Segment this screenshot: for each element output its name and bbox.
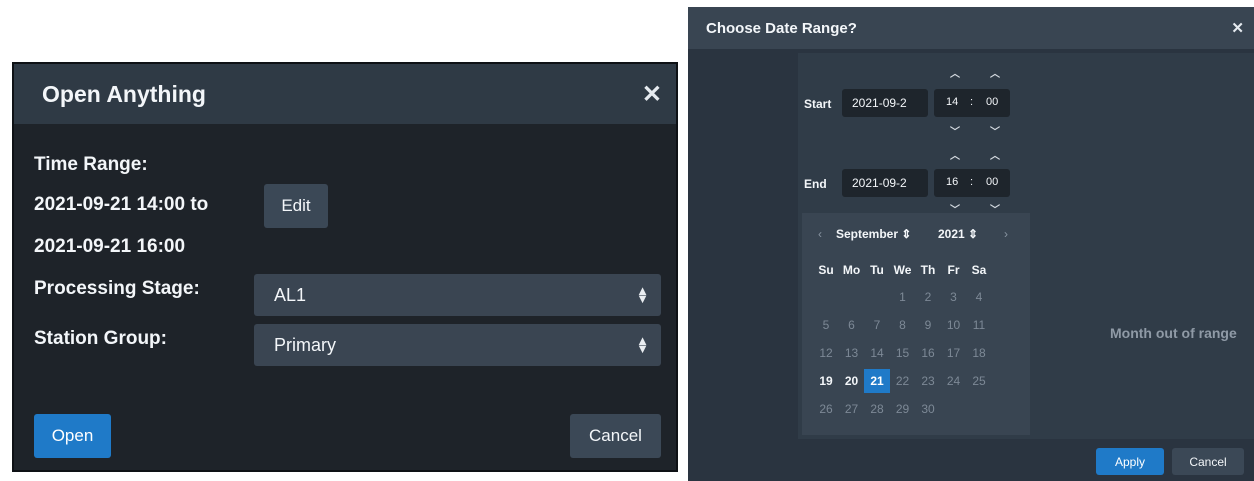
time-separator: : [970, 176, 974, 188]
open-button[interactable]: Open [34, 414, 111, 458]
calendar: ‹ September ⇕ 2021 ⇕ › Su Mo Tu We Th Fr Sa 1 2 3… [802, 213, 1030, 435]
dialog-title: Open Anything [42, 80, 206, 107]
choose-date-range-dialog: Choose Date Range? ✕ ︿ ︿ Start 2021-09-2… [688, 7, 1254, 481]
close-icon[interactable]: ✕ [1231, 19, 1244, 37]
end-label: End [804, 177, 827, 191]
apply-button[interactable]: Apply [1096, 448, 1164, 475]
calendar-day[interactable]: 13 [839, 341, 865, 365]
dialog-title: Choose Date Range? [706, 19, 857, 37]
time-range-start: 2021-09-21 14:00 to [34, 194, 209, 215]
start-label: Start [804, 97, 832, 111]
calendar-day[interactable]: 22 [890, 369, 916, 393]
start-hour-input[interactable]: 14 [946, 96, 958, 108]
weekday-header: Tu [870, 263, 884, 277]
dialog-header: Choose Date Range? ✕ [688, 7, 1254, 49]
weekday-header: Su [818, 263, 834, 277]
calendar-day[interactable]: 27 [839, 397, 865, 421]
end-time-picker: 16 : 00 [934, 169, 1010, 197]
chevron-down-icon[interactable]: ﹀ [990, 123, 1000, 138]
processing-stage-select[interactable]: AL1 ▲ ▼ [254, 274, 661, 316]
start-date-input[interactable]: 2021-09-2 [842, 89, 928, 117]
month-out-of-range-text: Month out of range [1110, 325, 1237, 341]
calendar-day[interactable]: 8 [890, 313, 916, 337]
calendar-day[interactable]: 28 [864, 397, 890, 421]
calendar-day[interactable]: 10 [941, 313, 967, 337]
station-group-label: Station Group: [34, 328, 167, 349]
weekday-header: Fr [947, 263, 960, 277]
calendar-day[interactable]: 6 [839, 313, 865, 337]
start-minute-input[interactable]: 00 [986, 96, 998, 108]
weekday-header: Th [920, 263, 936, 277]
calendar-day[interactable]: 11 [966, 313, 992, 337]
date-range-picker: ︿ ︿ Start 2021-09-2 14 : 00 ﹀ ﹀ ︿ ︿ End … [798, 53, 1254, 439]
weekday-header: We [893, 263, 912, 277]
calendar-day[interactable]: 7 [864, 313, 890, 337]
year-select[interactable]: 2021 ⇕ [938, 227, 978, 241]
calendar-day[interactable]: 17 [941, 341, 967, 365]
weekday-header: Mo [842, 263, 861, 277]
time-separator: : [970, 96, 974, 108]
chevron-up-icon[interactable]: ︿ [990, 147, 1000, 162]
calendar-day[interactable]: 14 [864, 341, 890, 365]
weekday-header: Sa [971, 263, 987, 277]
sort-caret-icon: ▲ ▼ [636, 283, 649, 306]
calendar-day[interactable]: 4 [966, 285, 992, 309]
station-group-value: Primary [274, 334, 336, 355]
cancel-button[interactable]: Cancel [570, 414, 661, 458]
calendar-day[interactable]: 5 [813, 313, 839, 337]
edit-button[interactable]: Edit [264, 184, 328, 228]
end-date-input[interactable]: 2021-09-2 [842, 169, 928, 197]
calendar-day[interactable]: 21 [864, 369, 890, 393]
calendar-day[interactable]: 9 [915, 313, 941, 337]
chevron-up-icon[interactable]: ︿ [950, 147, 960, 162]
time-range-label: Time Range: [34, 154, 148, 175]
calendar-day[interactable]: 29 [890, 397, 916, 421]
processing-stage-value: AL1 [274, 284, 307, 305]
chevron-right-icon[interactable]: › [1004, 227, 1008, 241]
calendar-day[interactable]: 24 [941, 369, 967, 393]
calendar-day[interactable]: 23 [915, 369, 941, 393]
calendar-day[interactable]: 3 [941, 285, 967, 309]
calendar-day[interactable]: 30 [915, 397, 941, 421]
open-anything-dialog: Open Anything ✕ Time Range: 2021-09-21 1… [12, 62, 678, 472]
sort-caret-icon: ▲ ▼ [636, 333, 649, 356]
station-group-select[interactable]: Primary ▲ ▼ [254, 324, 661, 366]
calendar-day[interactable]: 12 [813, 341, 839, 365]
calendar-day[interactable]: 15 [890, 341, 916, 365]
month-select[interactable]: September ⇕ [836, 227, 911, 241]
calendar-day[interactable]: 25 [966, 369, 992, 393]
chevron-up-icon[interactable]: ︿ [990, 65, 1000, 80]
end-minute-input[interactable]: 00 [986, 176, 998, 188]
calendar-day[interactable]: 18 [966, 341, 992, 365]
cancel-button[interactable]: Cancel [1172, 448, 1244, 475]
chevron-up-icon[interactable]: ︿ [950, 65, 960, 80]
chevron-left-icon[interactable]: ‹ [818, 227, 822, 241]
close-icon[interactable]: ✕ [642, 80, 662, 109]
start-time-picker: 14 : 00 [934, 89, 1010, 117]
processing-stage-label: Processing Stage: [34, 278, 200, 299]
calendar-day[interactable]: 19 [813, 369, 839, 393]
calendar-day[interactable]: 20 [839, 369, 865, 393]
dialog-header: Open Anything ✕ [14, 64, 676, 124]
time-range-end: 2021-09-21 16:00 [34, 236, 186, 257]
end-hour-input[interactable]: 16 [946, 176, 958, 188]
chevron-down-icon[interactable]: ﹀ [950, 123, 960, 138]
calendar-day[interactable]: 2 [915, 285, 941, 309]
calendar-day[interactable]: 1 [890, 285, 916, 309]
calendar-day[interactable]: 26 [813, 397, 839, 421]
calendar-day[interactable]: 16 [915, 341, 941, 365]
